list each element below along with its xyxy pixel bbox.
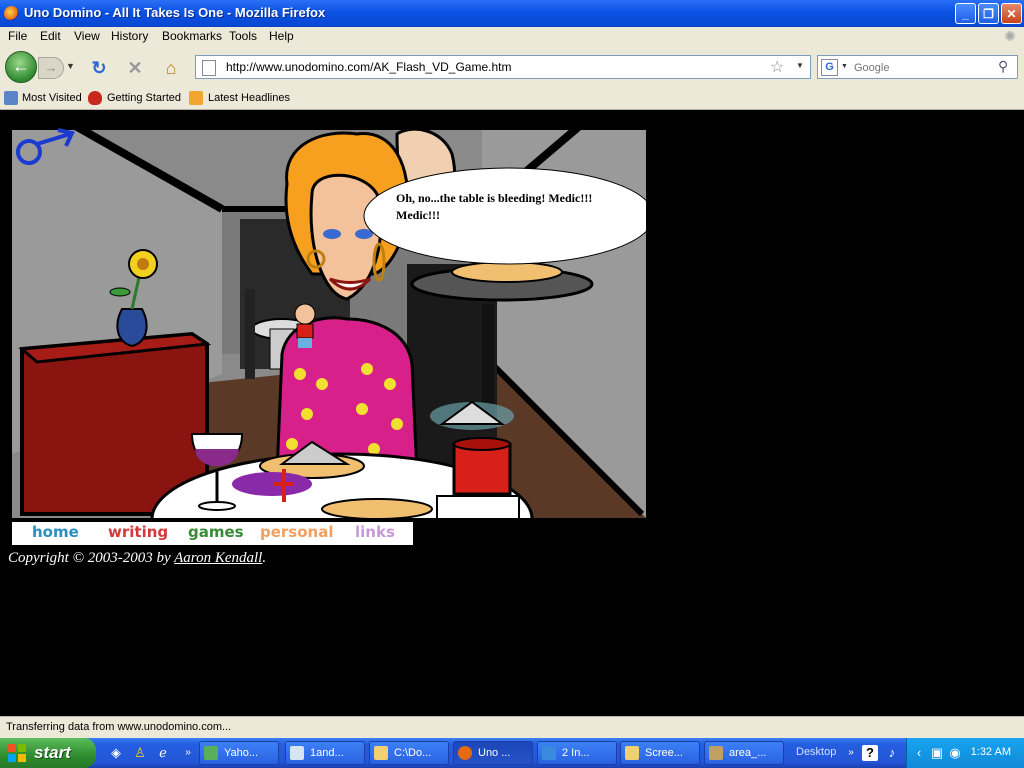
quicklaunch-ie-icon[interactable]: ℯ	[155, 745, 171, 761]
menu-tools[interactable]: Tools	[229, 29, 257, 43]
bookmark-getting-started[interactable]: Getting Started	[107, 92, 181, 104]
page-icon	[202, 60, 216, 76]
taskbar-item-3[interactable]: C:\Do...	[369, 741, 449, 765]
getting-started-icon	[88, 91, 102, 105]
menu-bar: File Edit View History Bookmarks Tools H…	[0, 27, 1024, 47]
site-navigation: home writing games personal links	[12, 522, 413, 545]
throbber-icon: ✺	[1004, 28, 1016, 44]
system-tray: ‹ ▣ ◉ 1:32 AM	[906, 738, 1024, 768]
bookmark-latest-headlines[interactable]: Latest Headlines	[208, 92, 290, 104]
task-icon	[458, 746, 472, 760]
taskbar-item-7[interactable]: area_...	[704, 741, 784, 765]
minimize-button[interactable]: _	[955, 3, 976, 24]
menu-view[interactable]: View	[74, 29, 100, 43]
google-engine-icon[interactable]: G	[821, 59, 838, 76]
window-title-bar[interactable]: Uno Domino - All It Takes Is One - Mozil…	[0, 0, 1024, 27]
status-text: Transferring data from www.unodomino.com…	[6, 721, 232, 733]
taskbar-item-firefox[interactable]: Uno ...	[453, 741, 533, 765]
back-button[interactable]: ←	[5, 51, 37, 83]
volume-icon[interactable]: ♪	[884, 745, 900, 761]
page-content: Oh, no...the table is bleeding! Medic!!!…	[0, 110, 1024, 716]
task-icon	[290, 746, 304, 760]
taskbar-item-1[interactable]: Yaho...	[199, 741, 279, 765]
address-url: http://www.unodomino.com/AK_Flash_VD_Gam…	[226, 60, 512, 74]
engine-dropdown-icon[interactable]: ▼	[841, 63, 848, 70]
status-bar: Transferring data from www.unodomino.com…	[0, 716, 1024, 739]
flash-game-scene[interactable]: Oh, no...the table is bleeding! Medic!!!…	[12, 124, 646, 518]
start-button[interactable]: start	[0, 738, 96, 768]
desktop-more-icon[interactable]: »	[843, 745, 859, 761]
task-icon	[625, 746, 639, 760]
nav-link-personal[interactable]: personal	[260, 523, 333, 541]
bookmark-most-visited[interactable]: Most Visited	[22, 92, 82, 104]
copyright-notice: Copyright © 2003-2003 by Aaron Kendall.	[8, 550, 266, 567]
address-bar[interactable]: http://www.unodomino.com/AK_Flash_VD_Gam…	[195, 55, 811, 79]
help-icon[interactable]: ?	[862, 745, 878, 761]
taskbar-clock: 1:32 AM	[970, 746, 1011, 758]
quicklaunch-icon-1[interactable]: ◈	[108, 745, 124, 761]
task-icon	[374, 746, 388, 760]
history-dropdown-icon[interactable]: ▼	[66, 61, 75, 71]
search-box[interactable]: G ▼ ⚲	[817, 55, 1018, 79]
navigation-toolbar: ← → ▼ ↻ ✕ ⌂ http://www.unodomino.com/AK_…	[0, 47, 1024, 87]
menu-file[interactable]: File	[8, 29, 27, 43]
restaurant-scene-illustration	[12, 124, 646, 518]
forward-button[interactable]: →	[38, 57, 64, 79]
tray-expand-icon[interactable]: ‹	[911, 745, 927, 761]
search-input[interactable]	[852, 59, 996, 77]
url-dropdown-icon[interactable]: ▼	[796, 61, 804, 70]
taskbar-item-6[interactable]: Scree...	[620, 741, 700, 765]
taskbar-item-5[interactable]: 2 In...	[537, 741, 617, 765]
quicklaunch-icon-2[interactable]: ♙	[132, 745, 148, 761]
menu-bookmarks[interactable]: Bookmarks	[162, 29, 222, 43]
copyright-suffix: .	[262, 550, 267, 566]
bookmarks-toolbar: Most Visited Getting Started Latest Head…	[0, 87, 1024, 110]
author-link[interactable]: Aaron Kendall	[174, 550, 262, 566]
menu-edit[interactable]: Edit	[40, 29, 61, 43]
reload-icon[interactable]: ↻	[88, 57, 110, 79]
menu-help[interactable]: Help	[269, 29, 294, 43]
speech-bubble-text: Oh, no...the table is bleeding! Medic!!!…	[396, 191, 593, 222]
firefox-icon	[4, 6, 19, 21]
taskbar-item-2[interactable]: 1and...	[285, 741, 365, 765]
nav-link-links[interactable]: links	[355, 523, 395, 541]
nav-link-games[interactable]: games	[188, 523, 244, 541]
windows-logo-icon	[8, 744, 26, 762]
most-visited-icon	[4, 91, 18, 105]
start-label: start	[34, 743, 71, 762]
maximize-button[interactable]: ❐	[978, 3, 999, 24]
copyright-text: Copyright © 2003-2003 by	[8, 550, 175, 566]
task-icon	[709, 746, 723, 760]
home-icon[interactable]: ⌂	[160, 57, 182, 79]
quicklaunch-more-icon[interactable]: »	[180, 745, 196, 761]
nav-link-writing[interactable]: writing	[108, 523, 168, 541]
stop-icon[interactable]: ✕	[124, 57, 146, 79]
menu-history[interactable]: History	[111, 29, 148, 43]
rss-icon	[189, 91, 203, 105]
task-icon	[204, 746, 218, 760]
close-button[interactable]: ✕	[1001, 3, 1022, 24]
tray-icon-2[interactable]: ◉	[947, 745, 963, 761]
desktop-toolbar-label[interactable]: Desktop	[796, 746, 836, 758]
tray-icon-1[interactable]: ▣	[929, 745, 945, 761]
window-title: Uno Domino - All It Takes Is One - Mozil…	[24, 5, 326, 20]
nav-link-home[interactable]: home	[32, 523, 79, 541]
windows-taskbar: start ◈ ♙ ℯ » Yaho... 1and... C:\Do... U…	[0, 738, 1024, 768]
bookmark-star-icon[interactable]: ☆	[770, 57, 784, 77]
search-go-icon[interactable]: ⚲	[998, 58, 1008, 75]
task-icon	[542, 746, 556, 760]
